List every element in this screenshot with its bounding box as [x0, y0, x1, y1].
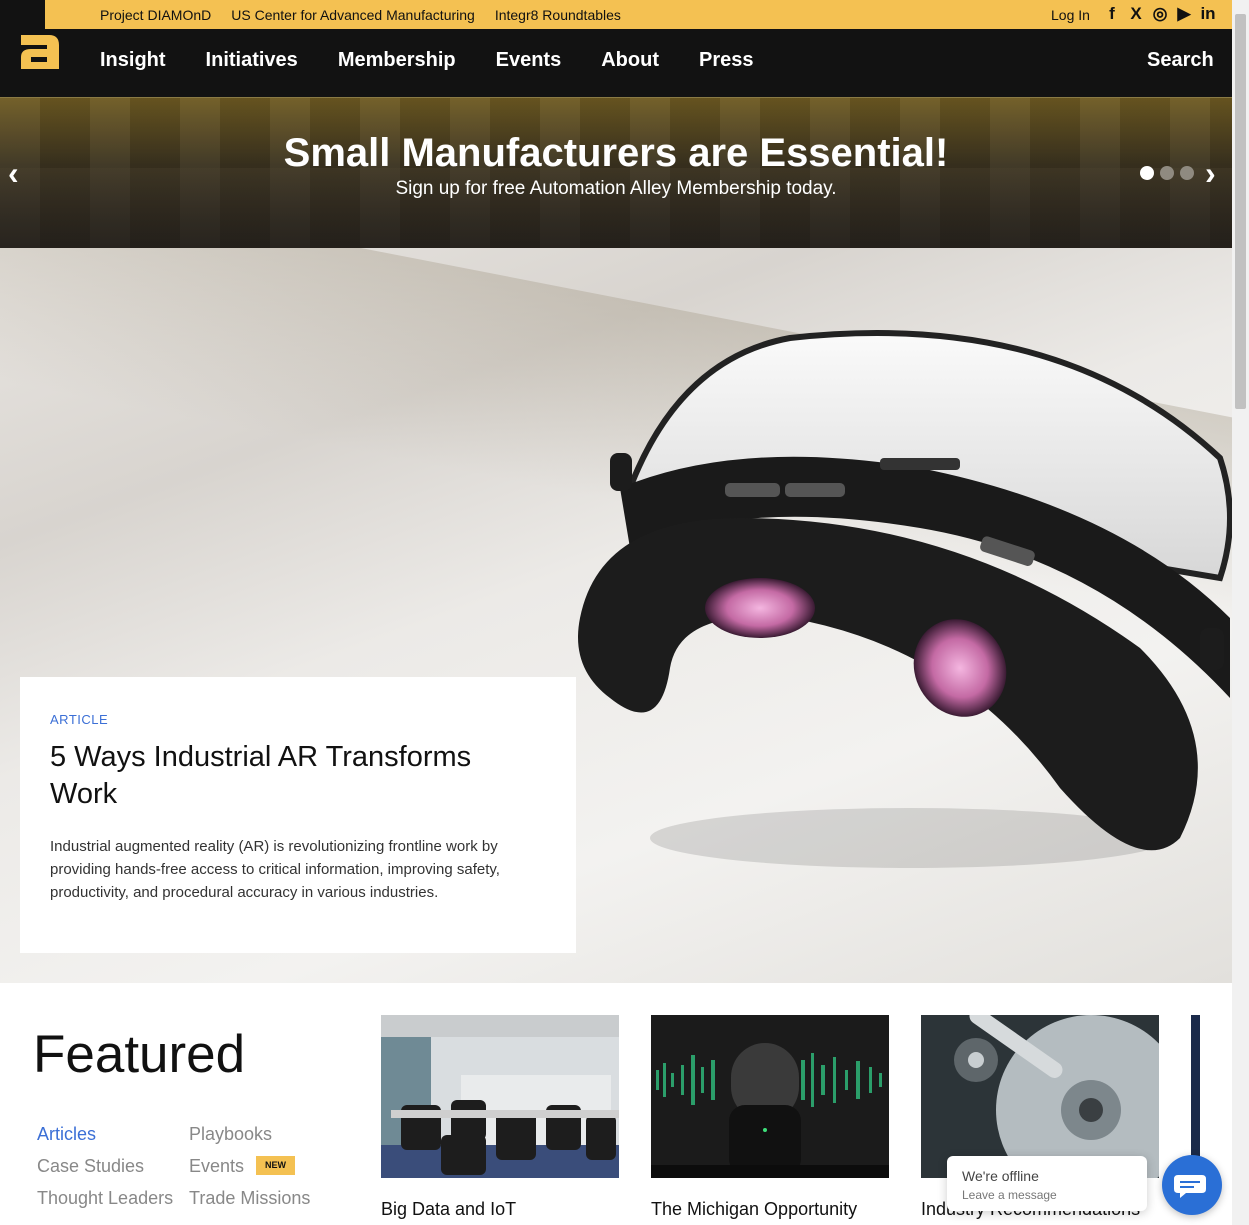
facebook-icon[interactable]: f [1103, 4, 1121, 23]
tile-image-hard-drive[interactable] [921, 1015, 1159, 1178]
banner-subtitle[interactable]: Sign up for free Automation Alley Member… [0, 178, 1232, 200]
new-badge: NEW [256, 1156, 295, 1175]
link-project-diamond[interactable]: Project DIAMOnD [100, 7, 211, 23]
utility-bar: Project DIAMOnD US Center for Advanced M… [0, 0, 1232, 29]
promo-banner: Small Manufacturers are Essential! Sign … [0, 98, 1232, 248]
nav-item-membership[interactable]: Membership [338, 49, 456, 72]
vr-headset-image [578, 330, 1232, 868]
nav-item-insight[interactable]: Insight [100, 49, 166, 72]
chat-bubble-icon [1174, 1175, 1206, 1198]
tile-image-classroom[interactable] [381, 1015, 619, 1178]
carousel-dot-1[interactable] [1140, 166, 1154, 180]
chat-button[interactable] [1162, 1155, 1222, 1215]
x-twitter-icon[interactable]: X [1127, 4, 1145, 23]
nav-item-events[interactable]: Events [496, 49, 562, 72]
chat-status: We're offline [962, 1168, 1039, 1184]
chevron-left-icon[interactable]: ‹ [8, 157, 19, 189]
nav-menu: Insight Initiatives Membership Events Ab… [100, 49, 793, 72]
main-nav: Insight Initiatives Membership Events Ab… [0, 29, 1232, 98]
instagram-icon[interactable]: ◎ [1151, 4, 1169, 23]
banner-title[interactable]: Small Manufacturers are Essential! [0, 131, 1232, 176]
scrollbar-thumb[interactable] [1235, 14, 1246, 409]
article-tag: ARTICLE [50, 712, 109, 727]
link-us-center[interactable]: US Center for Advanced Manufacturing [231, 7, 475, 23]
youtube-icon[interactable]: ▶ [1175, 4, 1193, 23]
article-title[interactable]: 5 Ways Industrial AR Transforms Work [50, 739, 530, 813]
article-description: Industrial augmented reality (AR) is rev… [50, 838, 500, 901]
featured-heading: Featured [33, 1025, 246, 1084]
category-playbooks[interactable]: Playbooks [189, 1124, 272, 1145]
category-trade-missions[interactable]: Trade Missions [189, 1188, 310, 1209]
carousel-dots [1140, 166, 1194, 180]
hero-section: ARTICLE 5 Ways Industrial AR Transforms … [0, 248, 1232, 983]
topbar-notch [0, 0, 45, 29]
chevron-right-icon[interactable]: › [1205, 157, 1216, 189]
linkedin-icon[interactable]: in [1199, 4, 1217, 23]
automation-alley-logo[interactable] [19, 31, 61, 71]
nav-item-initiatives[interactable]: Initiatives [206, 49, 298, 72]
article-card[interactable]: ARTICLE 5 Ways Industrial AR Transforms … [20, 677, 576, 953]
utility-links: Project DIAMOnD US Center for Advanced M… [100, 7, 621, 23]
tile-image-partial[interactable] [1191, 1015, 1200, 1178]
social-links: f X ◎ ▶ in [1103, 4, 1217, 23]
category-events[interactable]: Events [189, 1156, 244, 1177]
tile-title-big-data[interactable]: Big Data and IoT [381, 1199, 516, 1220]
link-integr8[interactable]: Integr8 Roundtables [495, 7, 621, 23]
tile-image-microphone[interactable] [651, 1015, 889, 1178]
carousel-dot-2[interactable] [1160, 166, 1174, 180]
search-button[interactable]: Search [1147, 49, 1214, 72]
category-case-studies[interactable]: Case Studies [37, 1156, 144, 1177]
login-link[interactable]: Log In [1051, 7, 1090, 23]
carousel-dot-3[interactable] [1180, 166, 1194, 180]
nav-item-about[interactable]: About [601, 49, 659, 72]
chat-offline-box[interactable]: We're offline Leave a message [947, 1156, 1147, 1211]
category-thought-leaders[interactable]: Thought Leaders [37, 1188, 173, 1209]
tile-title-michigan[interactable]: The Michigan Opportunity [651, 1199, 857, 1220]
chat-prompt[interactable]: Leave a message [962, 1188, 1057, 1202]
nav-item-press[interactable]: Press [699, 49, 754, 72]
category-articles[interactable]: Articles [37, 1124, 96, 1145]
